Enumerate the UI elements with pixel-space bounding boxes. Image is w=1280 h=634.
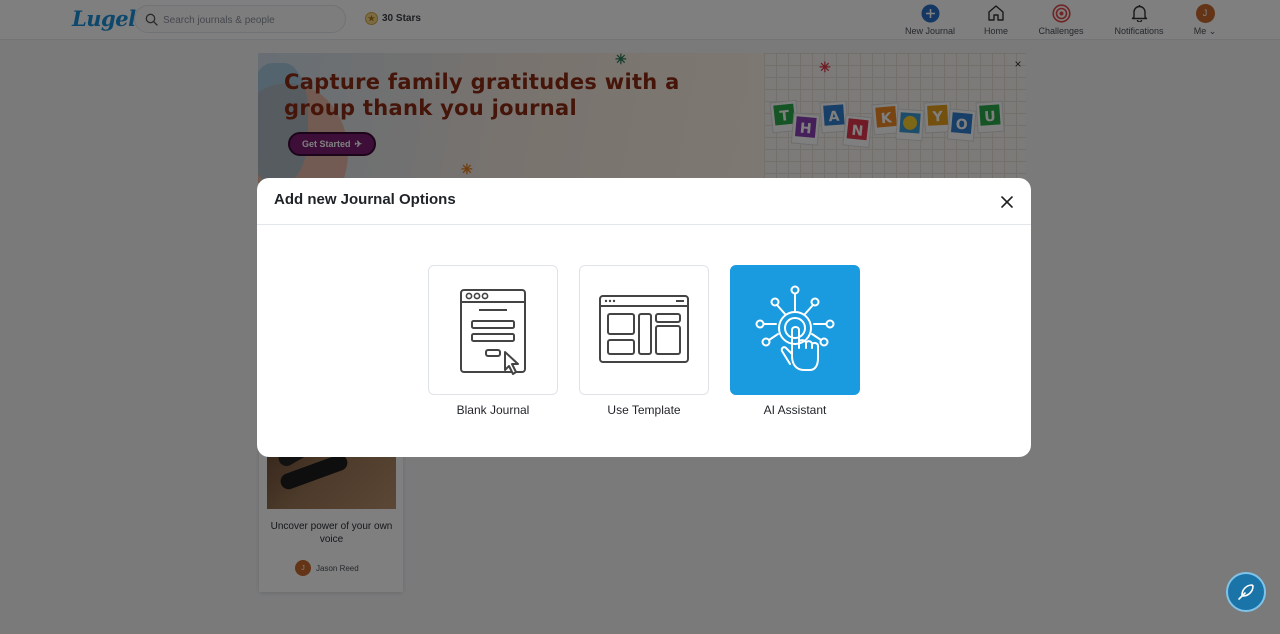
ai-assistant-option[interactable]: AI Assistant <box>730 265 860 422</box>
use-template-tile[interactable] <box>579 265 709 395</box>
blank-journal-label: Blank Journal <box>456 403 530 417</box>
template-layout-icon <box>599 295 689 363</box>
modal-title: Add new Journal Options <box>274 191 456 208</box>
feather-pen-icon <box>1238 584 1254 600</box>
compose-fab-button[interactable] <box>1226 572 1266 612</box>
blank-journal-option[interactable]: Blank Journal <box>428 265 558 422</box>
use-template-label: Use Template <box>607 403 681 417</box>
ai-assistant-label: AI Assistant <box>763 403 827 417</box>
blank-journal-tile[interactable] <box>428 265 558 395</box>
use-template-option[interactable]: Use Template <box>579 265 709 422</box>
ai-touch-icon <box>755 285 835 371</box>
add-journal-modal: Add new Journal Options Blank Journal Us… <box>257 178 1031 457</box>
ai-assistant-tile[interactable] <box>730 265 860 395</box>
modal-close-button[interactable] <box>998 193 1016 211</box>
modal-header: Add new Journal Options <box>257 178 1031 225</box>
close-icon <box>1001 196 1013 208</box>
blank-journal-icon <box>460 289 526 375</box>
